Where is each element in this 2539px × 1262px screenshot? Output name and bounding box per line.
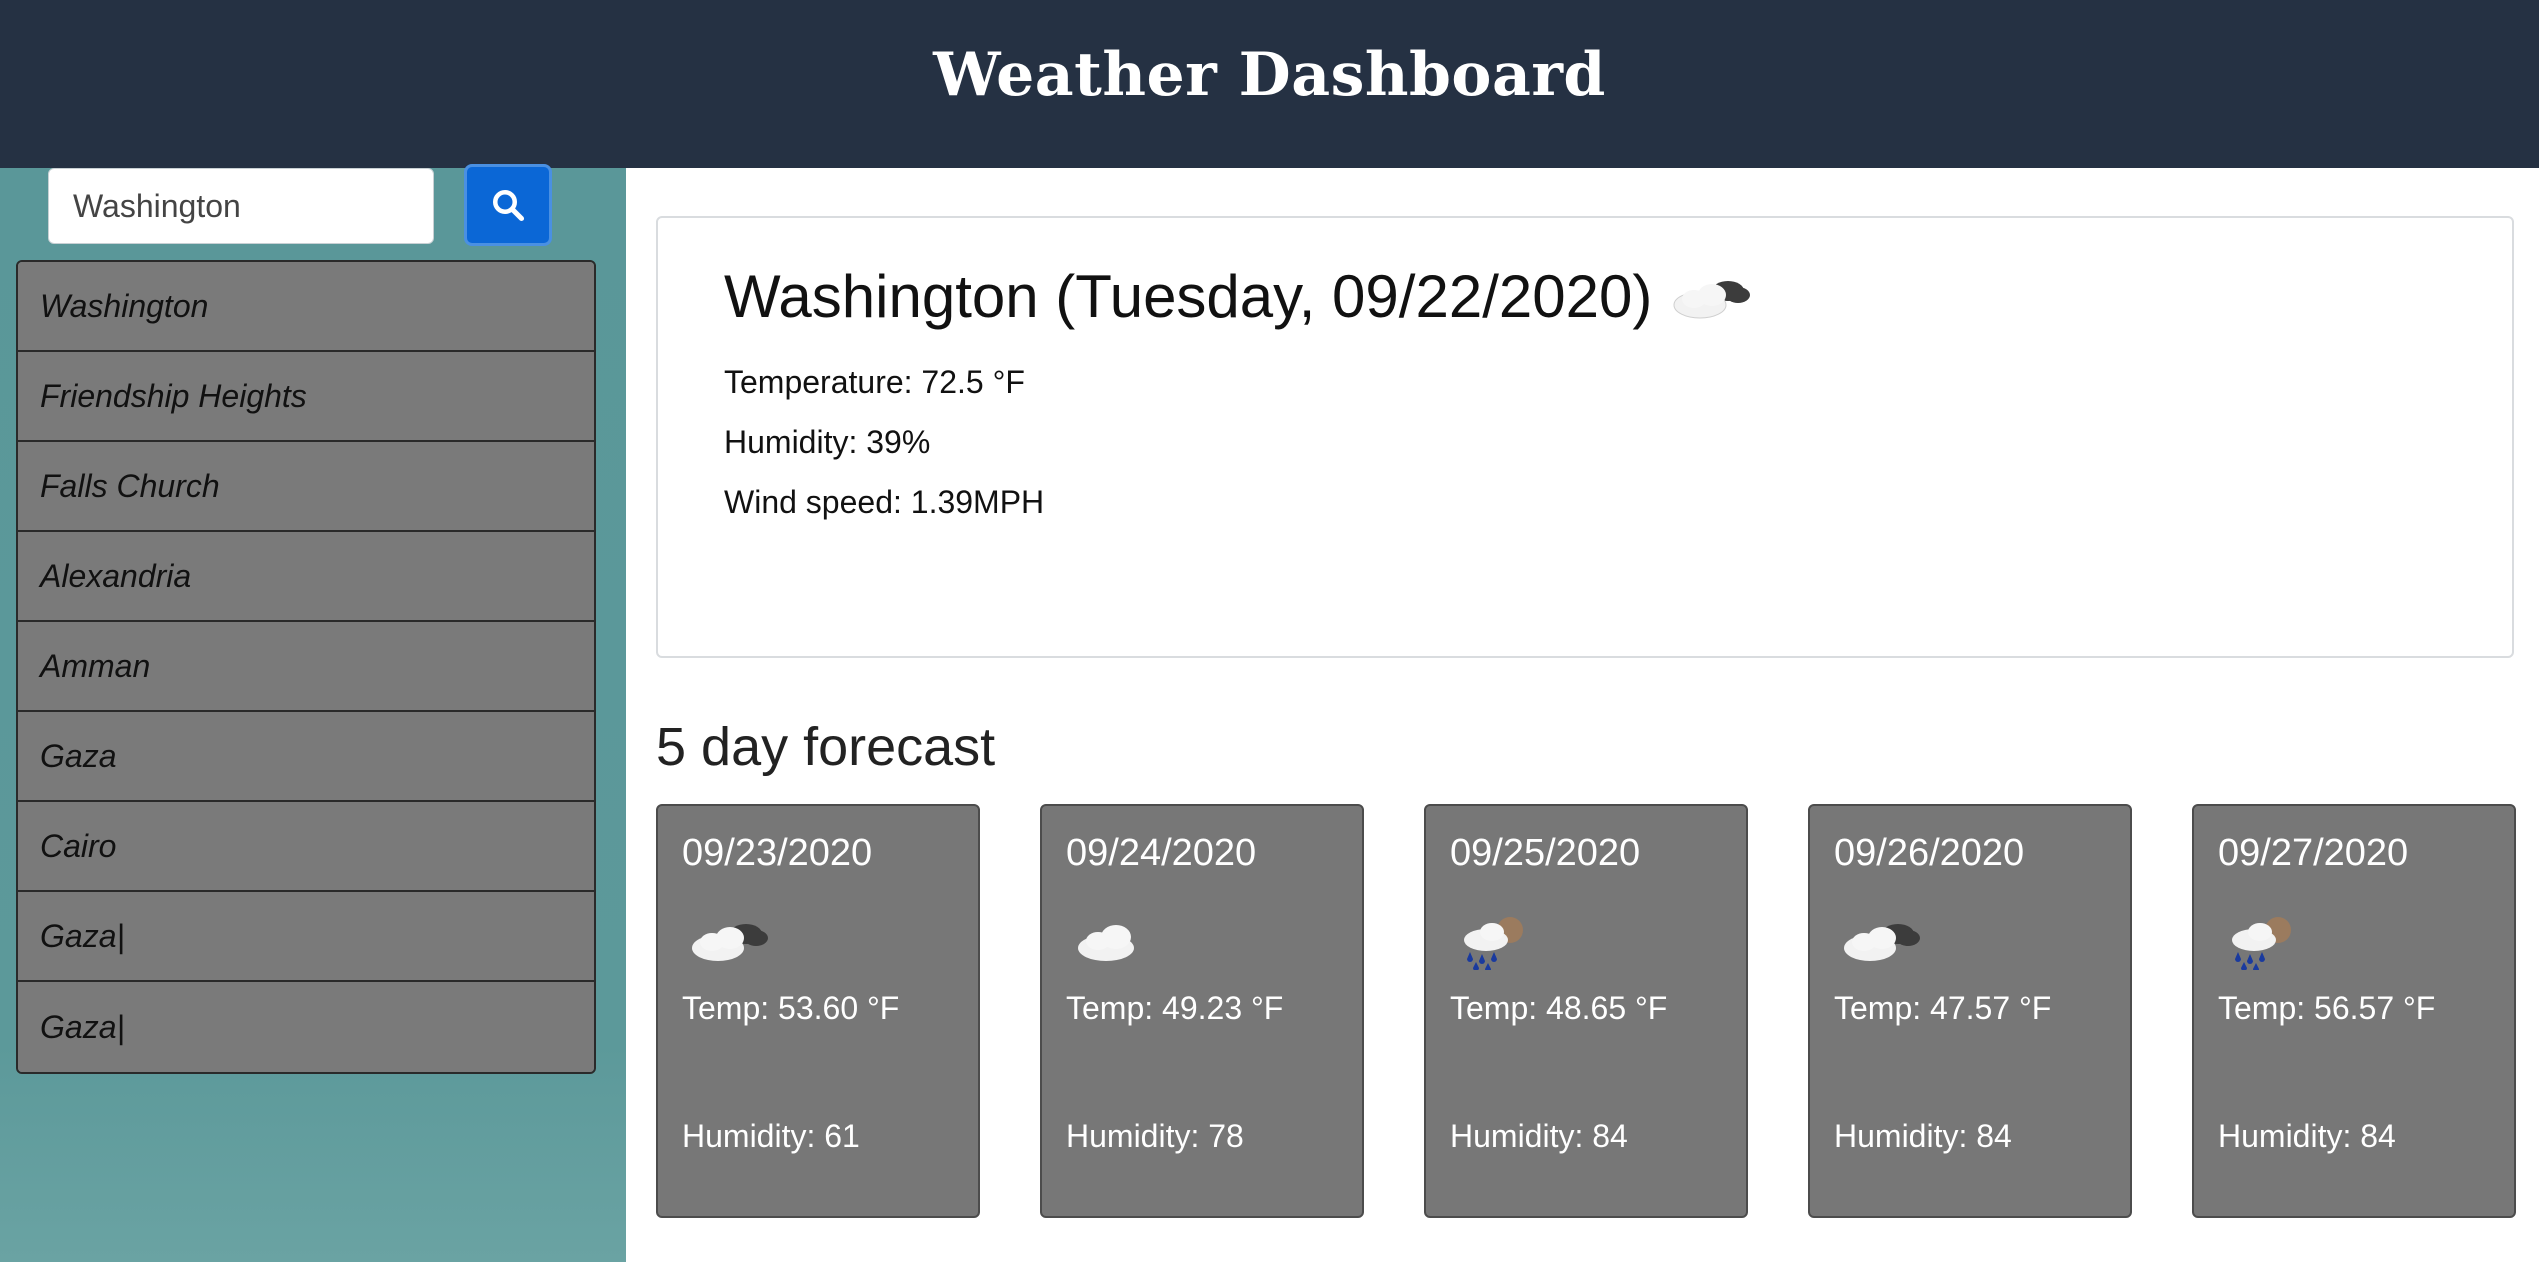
forecast-humidity: Humidity: 61	[682, 1118, 860, 1154]
forecast-card: 09/23/2020 Temp: 53.60 °F Humidity: 61	[656, 804, 980, 1218]
current-temperature: Temperature: 72.5 °F	[724, 364, 1025, 400]
cloudy-icon	[1673, 280, 1751, 318]
forecast-temp: Temp: 47.57 °F	[1834, 990, 2052, 1026]
forecast-humidity: Humidity: 78	[1066, 1118, 1244, 1154]
history-item[interactable]: Washington	[18, 262, 594, 352]
rain-icon	[1464, 917, 1523, 970]
history-item[interactable]: Cairo	[18, 802, 594, 892]
search-history: Washington Friendship Heights Falls Chur…	[16, 260, 596, 1074]
forecast-humidity: Humidity: 84	[1450, 1118, 1628, 1154]
search-icon	[493, 190, 525, 222]
history-item[interactable]: Friendship Heights	[18, 352, 594, 442]
forecast-card: 09/25/2020 Temp: 48.65 °F Humidity: 84	[1424, 804, 1748, 1218]
main-content: Washington (Tuesday, 09/22/2020) Tempera…	[626, 168, 2539, 1262]
page-title: Weather Dashboard	[933, 40, 1606, 110]
search-input[interactable]	[48, 168, 434, 244]
cloudy-icon	[1844, 924, 1920, 961]
search-button[interactable]	[464, 164, 552, 246]
sidebar: Washington Friendship Heights Falls Chur…	[0, 164, 626, 1262]
history-item[interactable]: Gaza	[18, 712, 594, 802]
history-item[interactable]: Alexandria	[18, 532, 594, 622]
forecast-title: 5 day forecast	[656, 717, 996, 777]
forecast-temp: Temp: 56.57 °F	[2218, 990, 2436, 1026]
current-weather-card: Washington (Tuesday, 09/22/2020) Tempera…	[656, 216, 2514, 658]
forecast-date: 09/23/2020	[682, 832, 873, 874]
forecast-temp: Temp: 49.23 °F	[1066, 990, 1284, 1026]
current-city-date: Washington (Tuesday, 09/22/2020)	[724, 263, 1653, 330]
forecast-card: 09/26/2020 Temp: 47.57 °F Humidity: 84	[1808, 804, 2132, 1218]
history-item[interactable]: Amman	[18, 622, 594, 712]
forecast-card: 09/24/2020 Temp: 49.23 °F Humidity: 78	[1040, 804, 1364, 1218]
current-humidity: Humidity: 39%	[724, 424, 931, 460]
history-item[interactable]: Gaza|	[18, 982, 594, 1072]
history-item[interactable]: Gaza|	[18, 892, 594, 982]
forecast-date: 09/26/2020	[1834, 832, 2025, 874]
current-weather-title: Washington (Tuesday, 09/22/2020)	[724, 262, 1756, 331]
history-item[interactable]: Falls Church	[18, 442, 594, 532]
header: Weather Dashboard	[0, 0, 2539, 168]
cloud-icon	[1078, 925, 1134, 961]
cloudy-icon	[692, 924, 768, 961]
forecast-date: 09/24/2020	[1066, 832, 1257, 874]
forecast-temp: Temp: 48.65 °F	[1450, 990, 1668, 1026]
forecast-date: 09/27/2020	[2218, 832, 2409, 874]
forecast-card: 09/27/2020 Temp: 56.57 °F Humidity: 84	[2192, 804, 2516, 1218]
forecast-humidity: Humidity: 84	[2218, 1118, 2396, 1154]
forecast-temp: Temp: 53.60 °F	[682, 990, 900, 1026]
rain-icon	[2232, 917, 2291, 970]
forecast-humidity: Humidity: 84	[1834, 1118, 2012, 1154]
current-wind-speed: Wind speed: 1.39MPH	[724, 484, 1045, 520]
forecast-date: 09/25/2020	[1450, 832, 1641, 874]
